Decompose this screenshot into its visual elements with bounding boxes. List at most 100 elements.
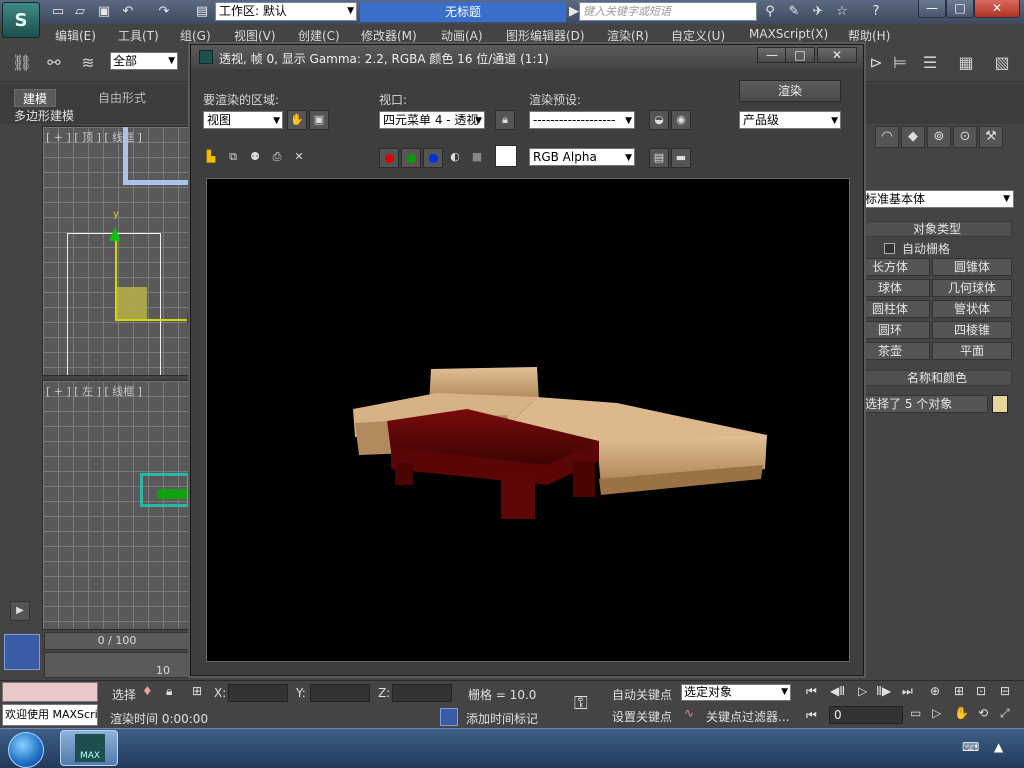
isolate-icon[interactable]: ♦ — [142, 684, 153, 698]
render-window-titlebar[interactable]: 透视, 帧 0, 显示 Gamma: 2.2, RGBA 颜色 16 位/通道 … — [191, 45, 863, 69]
polygon-modeling-label[interactable]: 多边形建模 — [14, 107, 74, 124]
viewport-top[interactable]: [ + ] [ 顶 ] [ 线框 ] y — [42, 126, 192, 376]
render-window-close[interactable]: ✕ — [817, 47, 857, 63]
align-icon[interactable]: ⊨ — [888, 52, 912, 74]
red-channel-toggle[interactable] — [379, 148, 399, 168]
menu-animation[interactable]: 动画(A) — [441, 27, 483, 44]
copy-image-icon[interactable]: ⧉ — [223, 148, 243, 168]
create-tab-icon[interactable]: ◠ — [875, 126, 899, 148]
menu-modifiers[interactable]: 修改器(M) — [361, 27, 417, 44]
maxscript-mini-listener-top[interactable] — [2, 682, 98, 702]
key-mode-select[interactable]: 选定对象 ▼ — [681, 684, 791, 701]
render-window-minimize[interactable]: — — [757, 47, 787, 63]
menu-rendering[interactable]: 渲染(R) — [607, 27, 649, 44]
green-channel-toggle[interactable] — [401, 148, 421, 168]
render-quality-select[interactable]: 产品级 ▼ — [739, 111, 841, 129]
viewport-left[interactable]: [ + ] [ 左 ] [ 线框 ] — [42, 380, 192, 630]
play-animation-icon[interactable]: ▶ — [10, 601, 30, 621]
time-slider[interactable]: 0 / 100 — [44, 632, 190, 650]
viewport-left-label[interactable]: [ + ] [ 左 ] [ 线框 ] — [46, 383, 142, 399]
pan-icon[interactable]: ▷ — [932, 706, 941, 720]
menu-edit[interactable]: 编辑(E) — [55, 27, 96, 44]
zoom-all-icon[interactable]: ⊞ — [954, 684, 964, 698]
help-icon[interactable]: ? — [868, 4, 884, 20]
render-preset-select[interactable]: ------------------- ▼ — [529, 111, 635, 129]
name-color-rollout[interactable]: 名称和颜色 — [862, 370, 1012, 386]
menu-group[interactable]: 组(G) — [180, 27, 211, 44]
cone-button[interactable]: 圆锥体 — [932, 258, 1012, 276]
viewport-select[interactable]: 四元菜单 4 - 透视 ▼ — [379, 111, 485, 129]
layer-manager-icon[interactable]: ☰ — [918, 52, 942, 74]
menu-graph-editors[interactable]: 图形编辑器(D) — [506, 27, 585, 44]
search-input[interactable]: 键入关键字或短语 — [579, 2, 757, 21]
print-image-icon[interactable]: ⎙ — [267, 148, 287, 168]
pyramid-button[interactable]: 四棱锥 — [932, 321, 1012, 339]
menu-customize[interactable]: 自定义(U) — [671, 27, 725, 44]
new-file-icon[interactable]: ▭ — [50, 4, 66, 20]
lock-viewport-icon[interactable]: 🔒︎ — [495, 110, 515, 130]
previous-frame-icon[interactable]: ◀Ⅱ — [830, 684, 845, 698]
maximize-viewport-icon[interactable]: ⤢ — [1000, 706, 1010, 721]
render-setup-icon[interactable]: ◒ — [649, 110, 669, 130]
object-name-field[interactable]: 选择了 5 个对象 — [862, 395, 988, 413]
scene-explorer-icon[interactable]: ▦ — [954, 52, 978, 74]
menu-views[interactable]: 视图(V) — [234, 27, 276, 44]
geosphere-button[interactable]: 几何球体 — [932, 279, 1012, 297]
redo-icon[interactable]: ↷ — [156, 4, 172, 20]
monochrome-icon[interactable]: ■ — [467, 148, 487, 168]
tab-modeling[interactable]: 建模 — [14, 89, 57, 107]
object-color-swatch[interactable] — [992, 395, 1008, 413]
time-tag-icon[interactable] — [440, 708, 458, 726]
goto-end-icon[interactable]: ⏭ — [902, 684, 913, 699]
x-coord-field[interactable] — [228, 684, 288, 702]
clear-image-icon[interactable]: ✕ — [289, 148, 309, 168]
workspace-select[interactable]: 工作区: 默认 ▼ — [215, 2, 357, 21]
display-tab-icon[interactable]: ⚒ — [979, 126, 1003, 148]
save-file-icon[interactable]: ▣ — [96, 4, 112, 20]
close-button[interactable]: ✕ — [974, 0, 1020, 18]
menu-tools[interactable]: 工具(T) — [118, 27, 159, 44]
tube-button[interactable]: 管状体 — [932, 300, 1012, 318]
viewport-layout-button[interactable] — [4, 634, 40, 670]
undo-icon[interactable]: ↶ — [120, 4, 136, 20]
selection-filter-select[interactable]: 全部 ▼ — [110, 52, 178, 70]
motion-tab-icon[interactable]: ⊙ — [953, 126, 977, 148]
keyboard-tray-icon[interactable]: ⌨ — [962, 740, 979, 754]
next-frame-icon[interactable]: Ⅱ▶ — [876, 684, 891, 698]
save-image-icon[interactable]: ▙ — [201, 148, 221, 168]
plane-button[interactable]: 平面 — [932, 342, 1012, 360]
subscription-icon[interactable]: ✎ — [786, 4, 802, 20]
clone-frame-window-icon[interactable]: ⚉ — [245, 148, 265, 168]
current-frame-field[interactable]: 0 — [829, 706, 903, 724]
play-icon[interactable]: ▷ — [858, 684, 867, 698]
zoom-icon[interactable]: ⊕ — [930, 684, 940, 698]
environment-effects-icon[interactable]: ◉ — [671, 110, 691, 130]
set-key-button[interactable]: 设置关键点 — [612, 708, 672, 725]
open-file-icon[interactable]: ▱ — [72, 4, 88, 20]
tab-freeform[interactable]: 自由形式 — [90, 89, 154, 107]
key-filters-icon[interactable]: ∿ — [684, 706, 694, 720]
communication-center-icon[interactable]: ✈ — [810, 4, 826, 20]
project-folder-icon[interactable]: ▤ — [194, 4, 210, 20]
maximize-button[interactable]: □ — [946, 0, 974, 18]
auto-region-icon[interactable]: ▣ — [309, 110, 329, 130]
mirror-icon[interactable]: ⊳ — [864, 52, 888, 74]
tray-arrow-icon[interactable]: ▲ — [994, 740, 1003, 754]
area-to-render-select[interactable]: 视图 ▼ — [203, 111, 283, 129]
edit-region-icon[interactable]: ✋ — [287, 110, 307, 130]
curve-editor-icon[interactable]: ▧ — [990, 52, 1014, 74]
y-coord-field[interactable] — [310, 684, 370, 702]
unlink-icon[interactable]: ⚯ — [42, 52, 66, 74]
object-type-rollout[interactable]: 对象类型 — [862, 221, 1012, 237]
menu-create[interactable]: 创建(C) — [298, 27, 340, 44]
lock-selection-icon[interactable]: 🔒︎ — [166, 684, 172, 699]
blue-channel-toggle[interactable] — [423, 148, 443, 168]
rendered-image[interactable] — [206, 178, 850, 662]
pan-hand-icon[interactable]: ✋ — [954, 706, 969, 720]
absolute-mode-icon[interactable]: ⊞ — [192, 684, 202, 698]
menu-maxscript[interactable]: MAXScript(X) — [749, 27, 828, 41]
autogrid-checkbox[interactable] — [884, 243, 895, 254]
link-icon[interactable]: ⛓ — [10, 52, 34, 74]
add-time-tag-button[interactable]: 添加时间标记 — [466, 710, 538, 727]
app-menu-button[interactable]: S — [2, 2, 40, 38]
